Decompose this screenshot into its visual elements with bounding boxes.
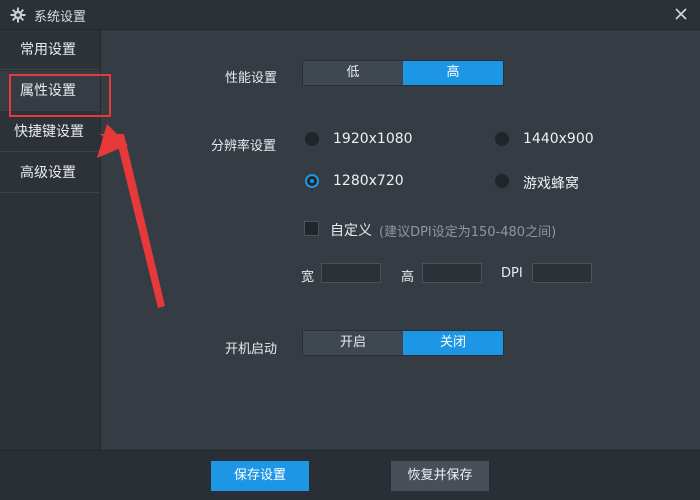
sidebar-item-label: 属性设置 xyxy=(20,83,76,99)
autostart-label: 开机启动 xyxy=(225,342,278,357)
autostart-off-button[interactable]: 关闭 xyxy=(403,331,503,355)
height-label: 高 xyxy=(401,270,415,285)
title-bar: 系统设置 xyxy=(0,0,700,30)
sidebar-item-label: 快捷键设置 xyxy=(14,124,84,140)
custom-label: 自定义 xyxy=(330,223,372,239)
autostart-on-button[interactable]: 开启 xyxy=(303,331,403,355)
sidebar-item-advanced[interactable]: 高级设置 xyxy=(0,153,100,193)
width-input[interactable] xyxy=(321,263,381,283)
resolution-radio-1280[interactable] xyxy=(305,174,319,188)
gear-icon xyxy=(10,7,26,23)
performance-label: 性能设置 xyxy=(225,71,278,86)
resolution-radio-1920[interactable] xyxy=(305,132,319,146)
width-label: 宽 xyxy=(301,270,315,285)
resolution-option-label[interactable]: 1440x900 xyxy=(523,131,594,147)
performance-toggle: 低 高 xyxy=(302,60,504,86)
footer-bar: 保存设置 恢复并保存 xyxy=(0,450,700,500)
settings-panel: 性能设置 低 高 分辨率设置 1920x1080 1440x900 1280x7… xyxy=(101,30,700,450)
sidebar-item-properties[interactable]: 属性设置 xyxy=(0,71,100,111)
sidebar-item-shortcuts[interactable]: 快捷键设置 xyxy=(0,112,100,152)
save-button[interactable]: 保存设置 xyxy=(211,461,309,491)
performance-high-button[interactable]: 高 xyxy=(403,61,503,85)
dpi-hint: (建议DPI设定为150-480之间) xyxy=(379,225,557,240)
resolution-radio-1440[interactable] xyxy=(495,132,509,146)
performance-low-button[interactable]: 低 xyxy=(303,61,403,85)
sidebar-item-label: 高级设置 xyxy=(20,165,76,181)
resolution-option-label[interactable]: 1920x1080 xyxy=(333,131,413,147)
settings-sidebar: 常用设置 属性设置 快捷键设置 高级设置 xyxy=(0,30,101,450)
restore-button[interactable]: 恢复并保存 xyxy=(391,461,489,491)
sidebar-item-common[interactable]: 常用设置 xyxy=(0,30,100,70)
sidebar-item-label: 常用设置 xyxy=(20,42,76,58)
autostart-toggle: 开启 关闭 xyxy=(302,330,504,356)
close-icon[interactable] xyxy=(672,5,690,23)
resolution-radio-game[interactable] xyxy=(495,174,509,188)
height-input[interactable] xyxy=(422,263,482,283)
resolution-option-label[interactable]: 1280x720 xyxy=(333,173,404,189)
window-title: 系统设置 xyxy=(34,10,87,25)
resolution-option-label[interactable]: 游戏蜂窝 xyxy=(523,173,579,193)
custom-checkbox[interactable] xyxy=(304,221,319,236)
dpi-input[interactable] xyxy=(532,263,592,283)
resolution-label: 分辨率设置 xyxy=(211,139,277,154)
settings-window: 系统设置 常用设置 属性设置 快捷键设置 高级设置 性能设置 低 高 分辨率设置… xyxy=(0,0,700,500)
dpi-label: DPI xyxy=(501,266,523,281)
